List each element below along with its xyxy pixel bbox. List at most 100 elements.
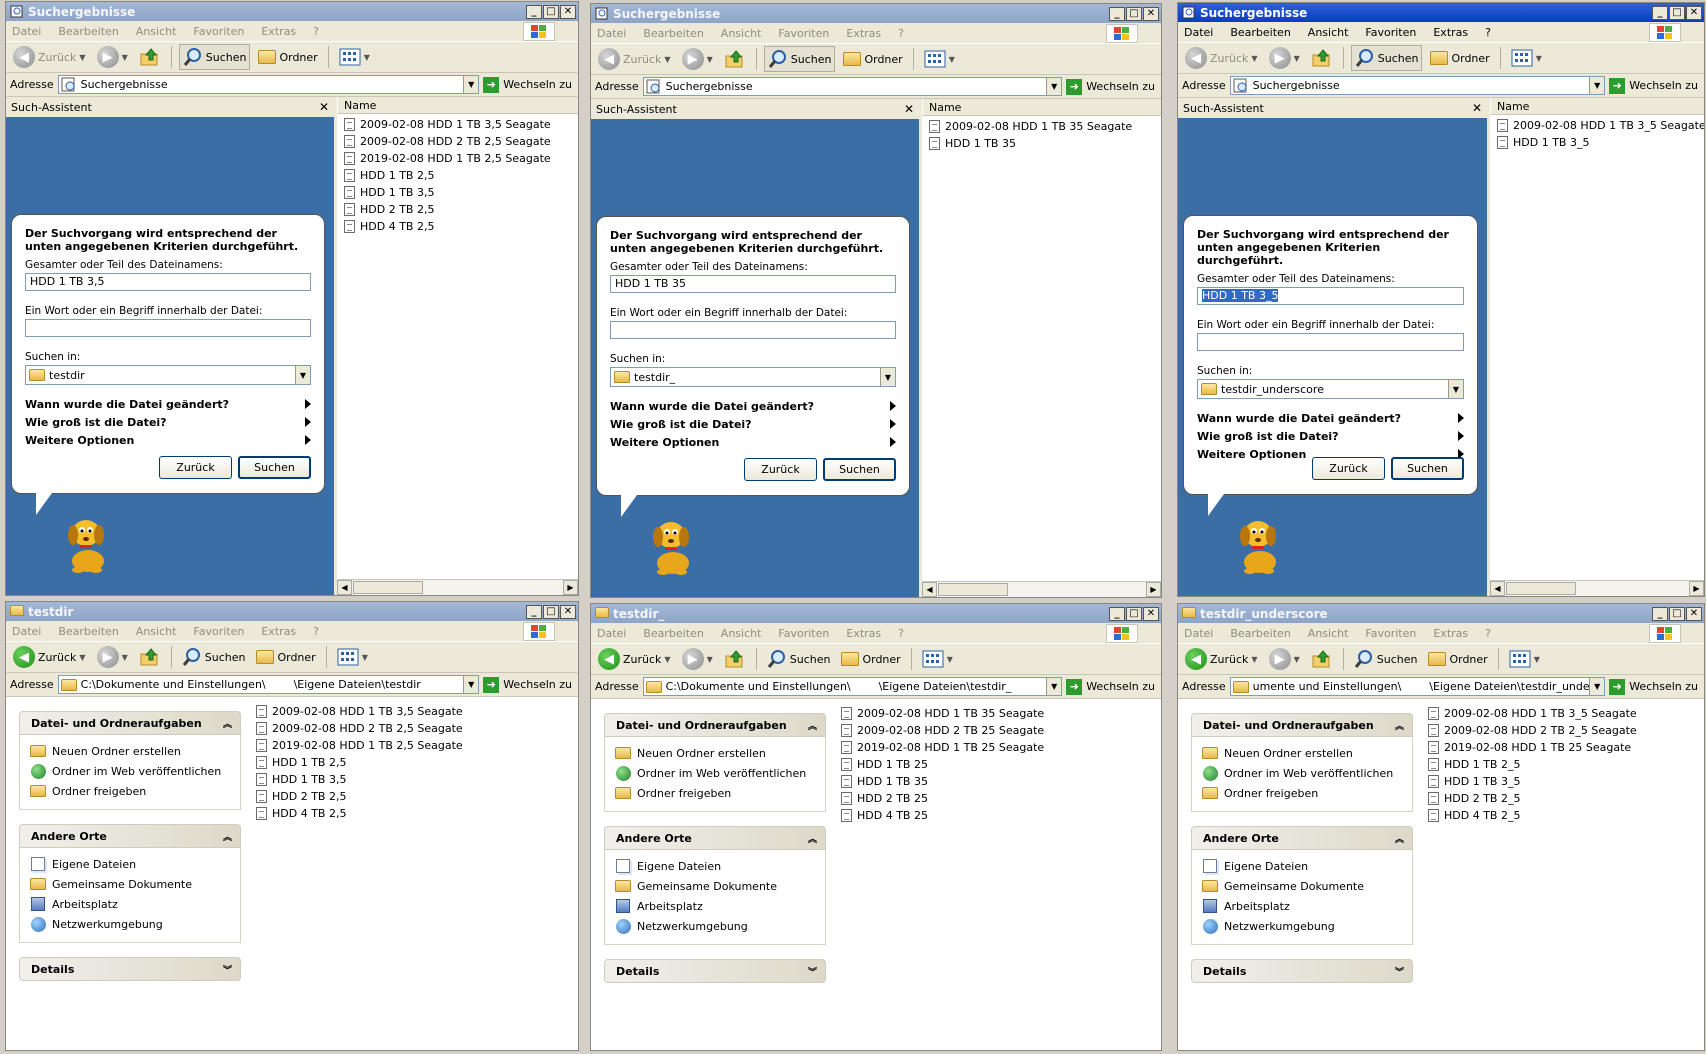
menu-item[interactable]: ? bbox=[1485, 26, 1491, 39]
column-header-name[interactable]: Name bbox=[337, 97, 578, 114]
close-button[interactable]: ✕ bbox=[1686, 5, 1702, 20]
horizontal-scrollbar[interactable]: ◀ ▶ bbox=[922, 581, 1161, 597]
collapse-chevron-icon[interactable]: ︽ bbox=[1395, 719, 1404, 732]
file-item[interactable]: HDD 1 TB 25 bbox=[841, 756, 1044, 773]
up-folder-button[interactable] bbox=[136, 44, 164, 70]
menu-item[interactable]: Ansicht bbox=[721, 27, 762, 40]
scroll-left-icon[interactable]: ◀ bbox=[337, 580, 352, 595]
collapse-chevron-icon[interactable]: ︽ bbox=[808, 832, 817, 845]
chevron-down-icon[interactable]: ▼ bbox=[79, 653, 85, 662]
task-link[interactable]: Ordner im Web veröffentlichen bbox=[30, 761, 240, 781]
views-button[interactable]: ▼ bbox=[334, 644, 371, 670]
close-button[interactable]: ✕ bbox=[560, 604, 576, 619]
menu-item[interactable]: Datei bbox=[1184, 26, 1213, 39]
file-item[interactable]: 2009-02-08 HDD 1 TB 35 Seagate bbox=[841, 705, 1044, 722]
minimize-button[interactable]: _ bbox=[1652, 606, 1668, 621]
file-item[interactable]: 2009-02-08 HDD 2 TB 25 Seagate bbox=[841, 722, 1044, 739]
up-folder-button[interactable] bbox=[136, 644, 164, 670]
menu-item[interactable]: Extras bbox=[1433, 627, 1468, 640]
file-item[interactable]: HDD 2 TB 2_5 bbox=[1428, 790, 1637, 807]
folders-button[interactable]: Ordner bbox=[838, 646, 903, 672]
file-item[interactable]: HDD 4 TB 2_5 bbox=[1428, 807, 1637, 824]
minimize-button[interactable]: _ bbox=[1109, 606, 1125, 621]
menu-item[interactable]: ? bbox=[1485, 627, 1491, 640]
address-dropdown-button[interactable]: ▼ bbox=[1046, 78, 1062, 95]
file-item[interactable]: HDD 1 TB 2_5 bbox=[1428, 756, 1637, 773]
menu-item[interactable]: Ansicht bbox=[1308, 627, 1349, 640]
file-item[interactable]: 2009-02-08 HDD 1 TB 3_5 Seagate bbox=[1428, 705, 1637, 722]
address-input[interactable]: umente und Einstellungen\ \Eigene Dateie… bbox=[1229, 677, 1606, 696]
search-button[interactable]: Suchen bbox=[1351, 646, 1421, 672]
menu-item[interactable]: Bearbeiten bbox=[58, 625, 118, 638]
chevron-down-icon[interactable]: ▼ bbox=[707, 55, 713, 64]
panel-header[interactable]: Andere Orte ︽ bbox=[1191, 826, 1413, 850]
menu-item[interactable]: Datei bbox=[1184, 627, 1213, 640]
menu-item[interactable]: Bearbeiten bbox=[1230, 26, 1290, 39]
task-link[interactable]: Neuen Ordner erstellen bbox=[30, 741, 240, 761]
menu-item[interactable]: Favoriten bbox=[193, 25, 244, 38]
forward-button[interactable]: ▶ ▼ bbox=[679, 46, 716, 72]
collapse-chevron-icon[interactable]: ︽ bbox=[1395, 832, 1404, 845]
place-link[interactable]: Gemeinsame Dokumente bbox=[615, 876, 825, 896]
menu-item[interactable]: Datei bbox=[597, 627, 626, 640]
panel-header[interactable]: Details ︾ bbox=[1191, 959, 1413, 983]
menu-item[interactable]: Favoriten bbox=[1365, 627, 1416, 640]
views-button[interactable]: ▼ bbox=[921, 46, 958, 72]
collapse-chevron-icon[interactable]: ︽ bbox=[223, 830, 232, 843]
back-button-assistant[interactable]: Zurück bbox=[1312, 457, 1385, 480]
address-input[interactable]: Suchergebnisse ▼ bbox=[57, 75, 480, 94]
collapse-chevron-icon[interactable]: ︽ bbox=[808, 719, 817, 732]
result-item[interactable]: HDD 2 TB 2,5 bbox=[337, 201, 578, 218]
date-modified-option[interactable]: Wann wurde die Datei geändert? bbox=[1197, 409, 1464, 427]
back-button[interactable]: ◀ Zurück ▼ bbox=[1182, 646, 1261, 672]
menu-item[interactable]: ? bbox=[898, 627, 904, 640]
menu-item[interactable]: Ansicht bbox=[136, 625, 177, 638]
task-link[interactable]: Ordner freigeben bbox=[30, 781, 240, 801]
place-link[interactable]: Gemeinsame Dokumente bbox=[1202, 876, 1412, 896]
back-button[interactable]: ◀ Zurück ▼ bbox=[595, 46, 674, 72]
menu-item[interactable]: ? bbox=[313, 625, 319, 638]
maximize-button[interactable]: □ bbox=[1126, 6, 1142, 21]
search-button[interactable]: Suchen bbox=[764, 646, 834, 672]
forward-button[interactable]: ▶ ▼ bbox=[679, 646, 716, 672]
chevron-down-icon[interactable]: ▼ bbox=[122, 53, 128, 62]
panel-header[interactable]: Details ︾ bbox=[604, 959, 826, 983]
menu-item[interactable]: ? bbox=[313, 25, 319, 38]
scroll-thumb[interactable] bbox=[1506, 582, 1576, 595]
filename-input[interactable]: HDD 1 TB 3_5 bbox=[1197, 287, 1464, 305]
back-button[interactable]: ◀ Zurück ▼ bbox=[595, 646, 674, 672]
menu-item[interactable]: Extras bbox=[261, 25, 296, 38]
file-item[interactable]: 2009-02-08 HDD 2 TB 2_5 Seagate bbox=[1428, 722, 1637, 739]
more-options-option[interactable]: Weitere Optionen bbox=[610, 433, 896, 451]
chevron-down-icon[interactable]: ▼ bbox=[1534, 655, 1540, 664]
minimize-button[interactable]: _ bbox=[526, 4, 542, 19]
file-item[interactable]: HDD 1 TB 3_5 bbox=[1428, 773, 1637, 790]
title-bar[interactable]: Suchergebnisse _ □ ✕ bbox=[591, 4, 1161, 23]
maximize-button[interactable]: □ bbox=[1126, 606, 1142, 621]
result-item[interactable]: HDD 1 TB 35 bbox=[922, 135, 1161, 152]
scroll-thumb[interactable] bbox=[353, 581, 423, 594]
chevron-down-icon[interactable]: ▼ bbox=[947, 655, 953, 664]
maximize-button[interactable]: □ bbox=[543, 4, 559, 19]
menu-item[interactable]: Extras bbox=[846, 627, 881, 640]
maximize-button[interactable]: □ bbox=[543, 604, 559, 619]
file-size-option[interactable]: Wie groß ist die Datei? bbox=[610, 415, 896, 433]
back-button-assistant[interactable]: Zurück bbox=[744, 458, 817, 481]
up-folder-button[interactable] bbox=[1308, 646, 1336, 672]
menu-item[interactable]: Favoriten bbox=[193, 625, 244, 638]
chevron-down-icon[interactable]: ▼ bbox=[362, 653, 368, 662]
result-item[interactable]: 2009-02-08 HDD 1 TB 3,5 Seagate bbox=[337, 116, 578, 133]
up-folder-button[interactable] bbox=[721, 46, 749, 72]
menu-item[interactable]: Bearbeiten bbox=[643, 627, 703, 640]
menu-item[interactable]: Bearbeiten bbox=[1230, 627, 1290, 640]
menu-item[interactable]: Extras bbox=[1433, 26, 1468, 39]
search-button[interactable]: Suchen bbox=[178, 44, 251, 70]
address-input[interactable]: C:\Dokumente und Einstellungen\ \Eigene … bbox=[642, 677, 1063, 696]
title-bar[interactable]: testdir_ _ □ ✕ bbox=[591, 604, 1161, 623]
file-item[interactable]: HDD 2 TB 2,5 bbox=[256, 788, 463, 805]
title-bar[interactable]: testdir_underscore _ □ ✕ bbox=[1178, 604, 1704, 623]
chevron-down-icon[interactable]: ▼ bbox=[1294, 655, 1300, 664]
minimize-button[interactable]: _ bbox=[526, 604, 542, 619]
scroll-right-icon[interactable]: ▶ bbox=[1689, 581, 1704, 596]
filename-input[interactable]: HDD 1 TB 3,5 bbox=[25, 273, 311, 291]
